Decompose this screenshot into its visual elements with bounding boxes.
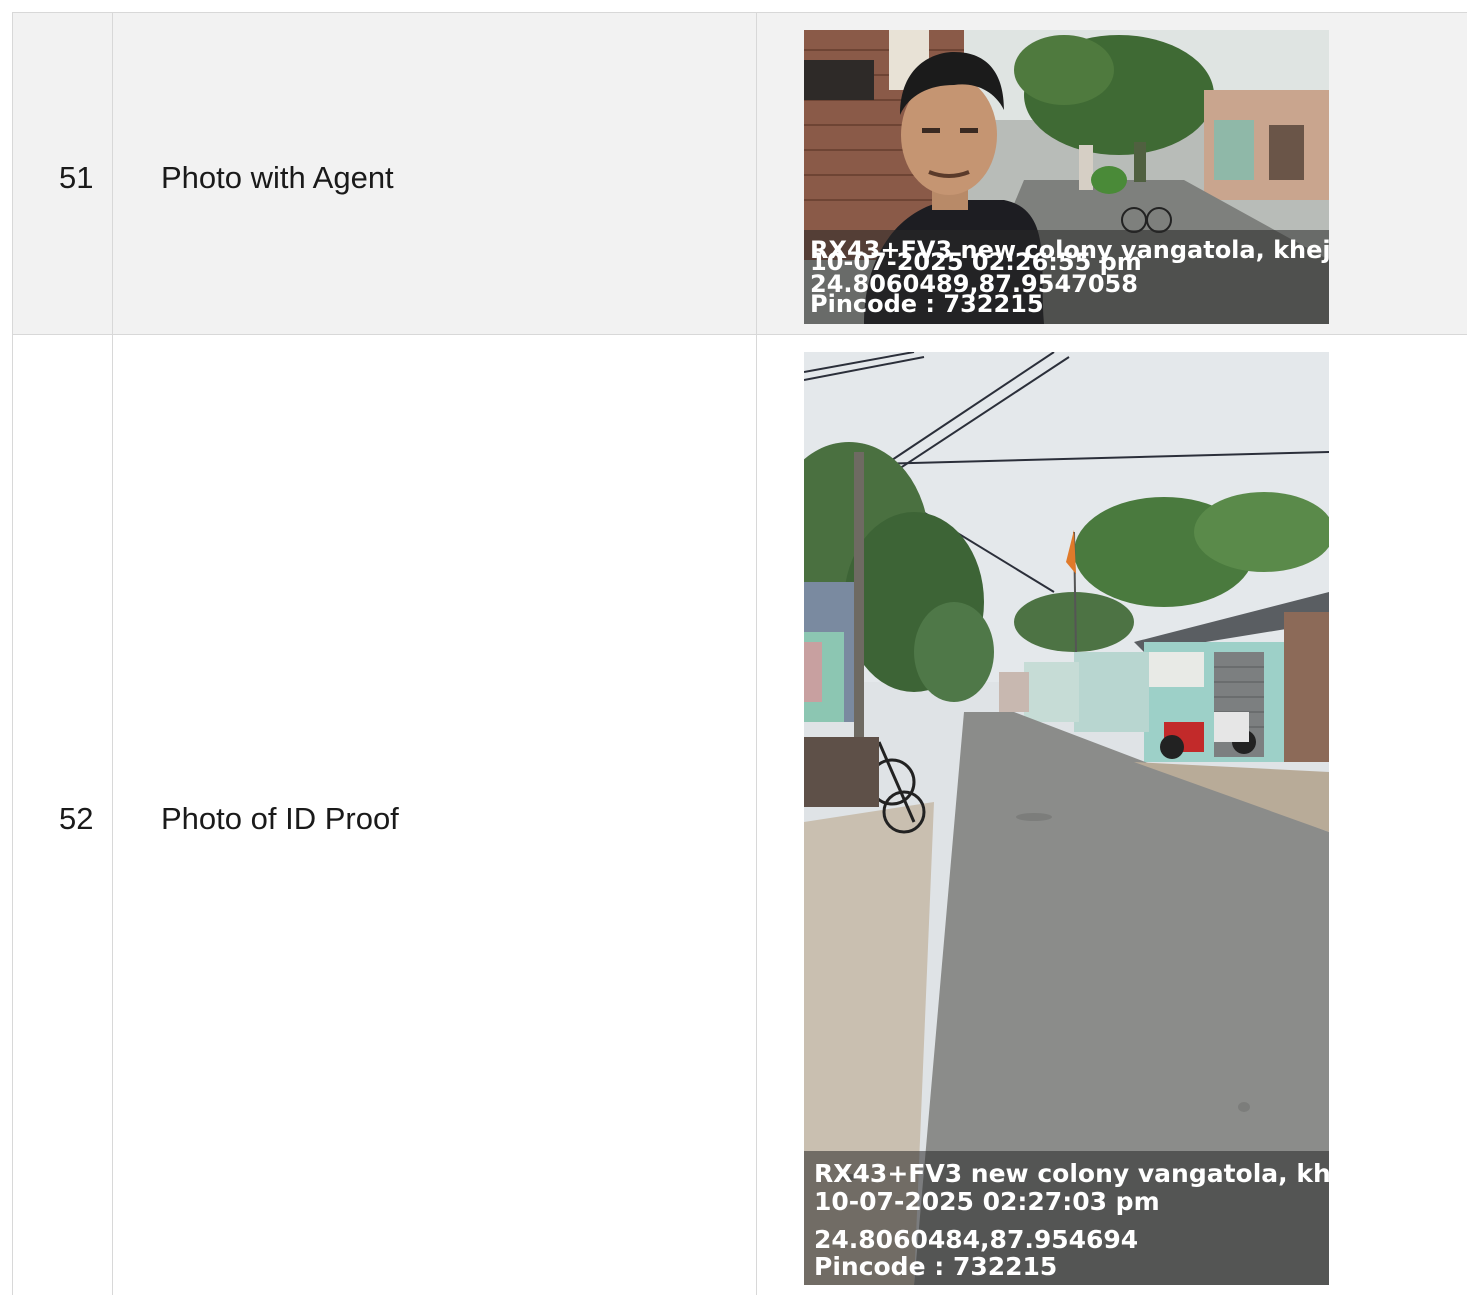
street-photo[interactable]: RX43+FV3 new colony vangatola, khejuria,… [804,352,1329,1285]
row-photo-cell: RX43+FV3 new colony vangatola, khejuria,… [756,335,1467,1295]
row-label-cell: Photo of ID Proof [112,335,756,1295]
street-image [804,352,1329,1285]
stamp-pincode: Pincode : 732215 [814,1252,1058,1281]
row-label-cell: Photo with Agent [112,13,756,334]
geotag-stamp: RX43+FV3 new colony vangatola, khejuria,… [804,230,1329,324]
photo-table: 51 Photo with Agent RX43+FV3 new colony … [12,12,1467,1295]
stamp-address: RX43+FV3 new colony vangatola, khejuria,… [814,1159,1329,1188]
table-row: 52 Photo of ID Proof RX43+FV3 new colony… [12,335,1467,1295]
row-number: 52 [59,801,94,836]
row-photo-cell: RX43+FV3 new colony vangatola, khejuria,… [756,13,1467,334]
row-number-cell: 51 [12,13,112,334]
row-label: Photo with Agent [161,160,394,195]
row-number: 51 [59,160,94,195]
stamp-datetime: 10-07-2025 02:27:03 pm [814,1187,1160,1216]
row-label: Photo of ID Proof [161,801,399,836]
stamp-coords: 24.8060484,87.954694 [814,1225,1139,1254]
table-row: 51 Photo with Agent RX43+FV3 new colony … [12,13,1467,335]
row-number-cell: 52 [12,335,112,1295]
geotag-stamp: RX43+FV3 new colony vangatola, khejuria,… [804,1151,1329,1285]
stamp-pincode: Pincode : 732215 [810,290,1044,318]
selfie-photo[interactable]: RX43+FV3 new colony vangatola, khejuria,… [804,30,1329,324]
